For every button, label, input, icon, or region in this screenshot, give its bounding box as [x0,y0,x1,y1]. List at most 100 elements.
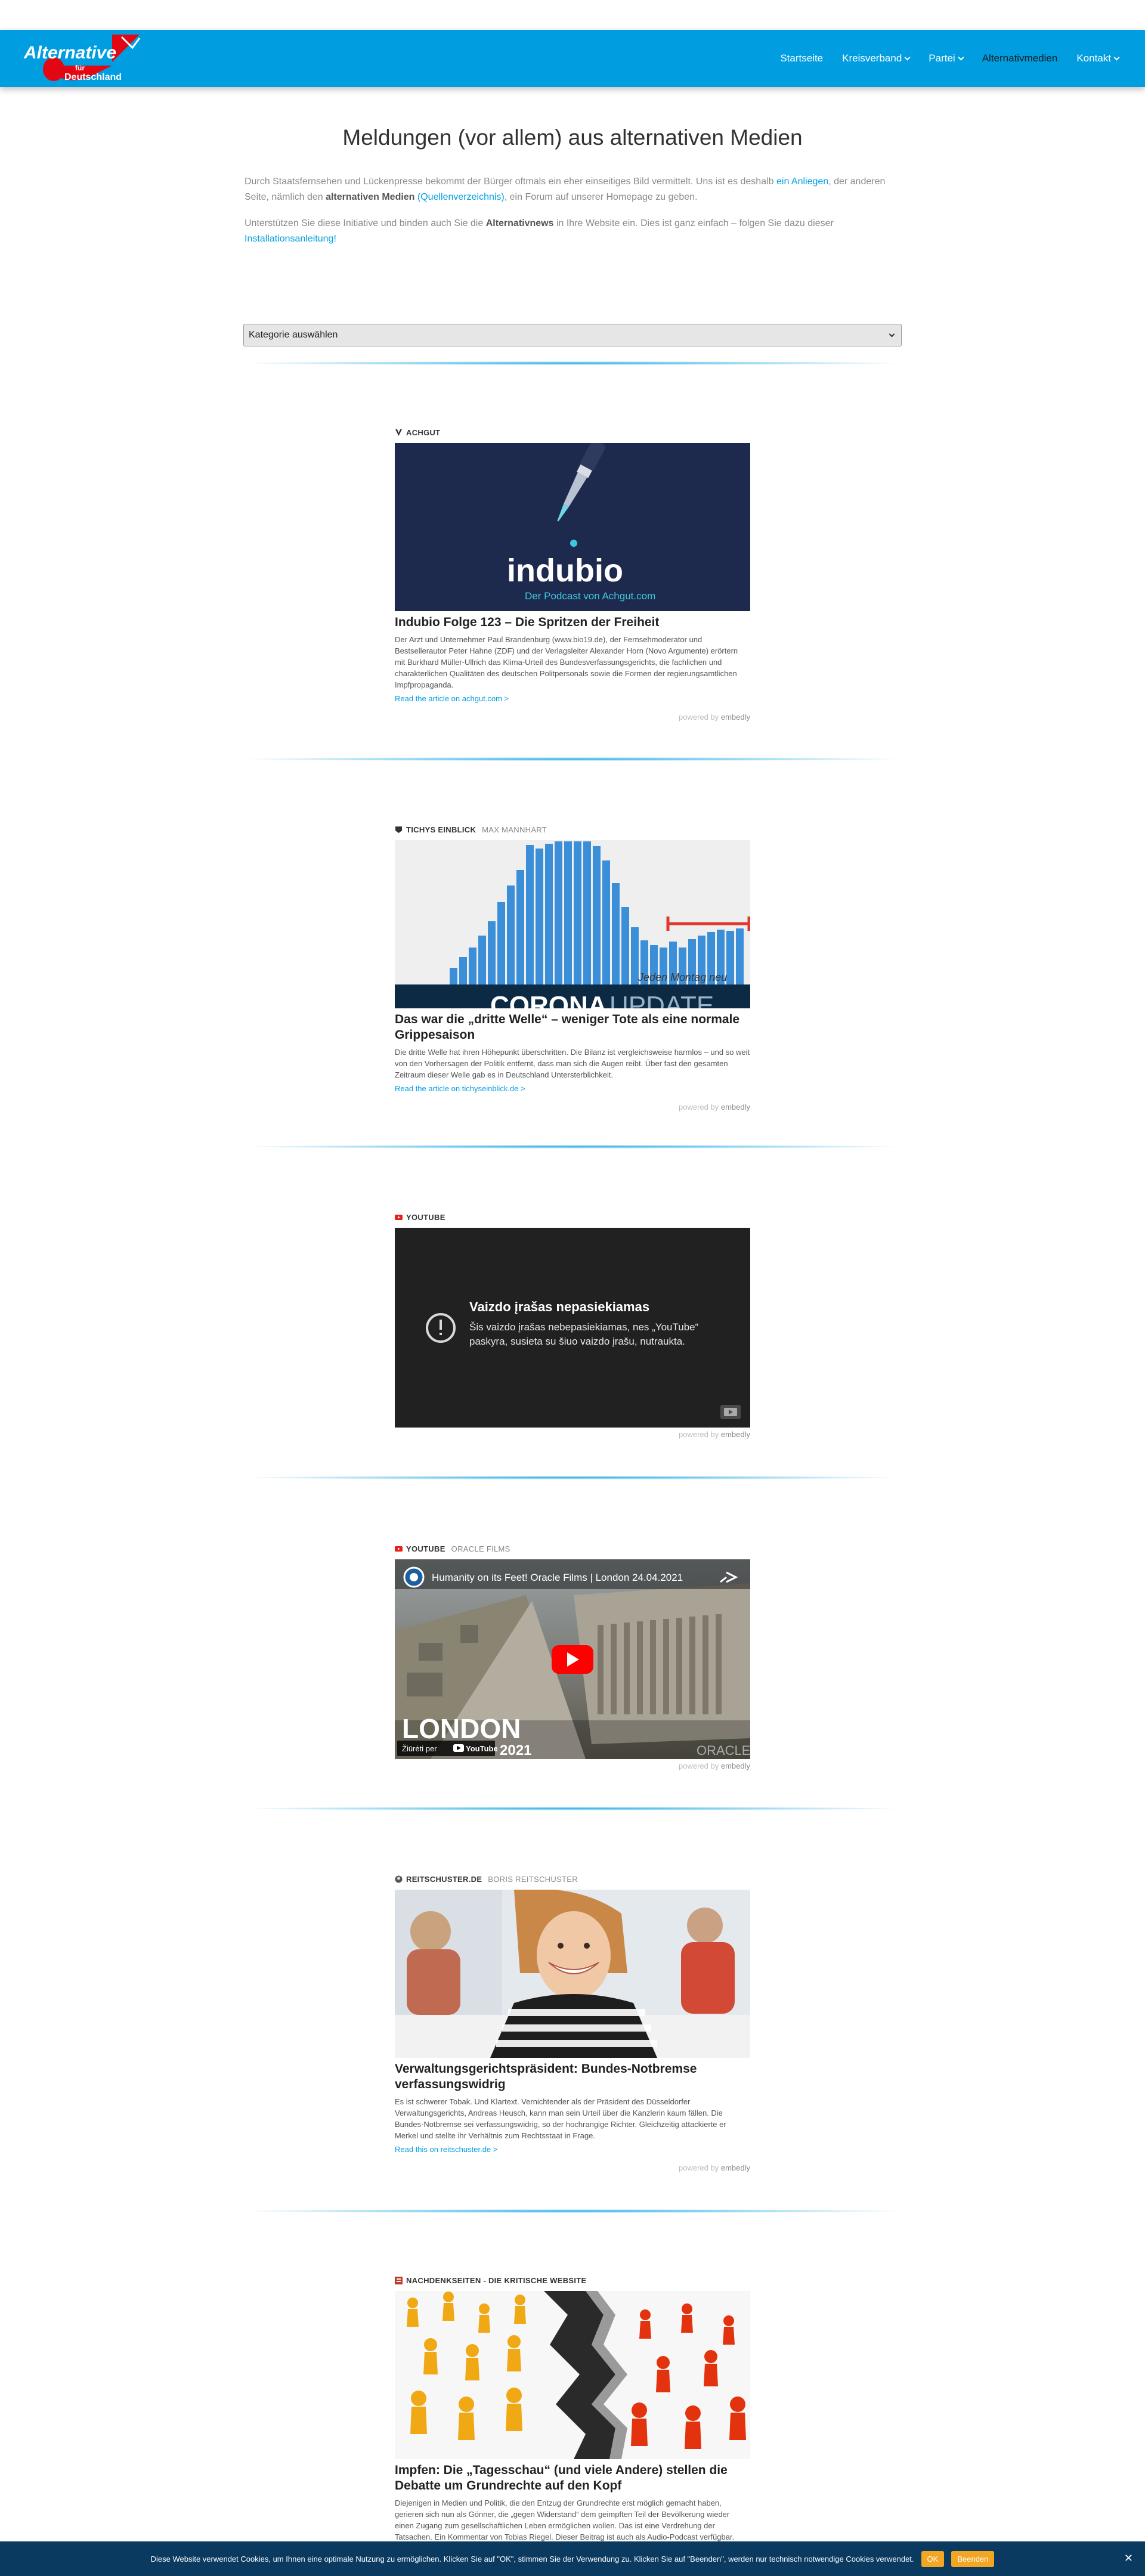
image-overlay-text: Jeden Montag neu [638,971,727,983]
embedly-brand: embedly [720,713,750,722]
powered-label: powered by [679,1103,719,1111]
powered-label: powered by [679,1430,719,1439]
divider [250,1807,895,1810]
intro-paragraph-1: Durch Staatsfernsehen und Lückenpresse b… [245,174,900,205]
nav-label: Kreisverband [842,52,902,64]
top-strip [0,0,1145,30]
video-error-msg-2: paskyra, susieta su šiuo vaizdo įrašu, n… [469,1336,685,1347]
embedly-credit[interactable]: powered by embedly [395,1761,750,1770]
card-image[interactable] [395,2291,750,2459]
cookie-ok-button[interactable]: OK [921,2550,945,2567]
nav-label: Alternativmedien [982,52,1058,64]
youtube-icon [395,1546,403,1552]
cookie-text: Diese Website verwendet Cookies, um Ihne… [150,2554,914,2563]
category-select[interactable]: Kategorie auswählen [243,324,902,346]
video-player[interactable]: Vaizdo įrašas nepasiekiamas Šis vaizdo į… [395,1228,750,1428]
divider [250,1145,895,1148]
source-name: REITSCHUSTER.DE [406,1874,482,1884]
intro-text: , ein Forum auf unserer Homepage zu gebe… [504,192,698,202]
card-image[interactable] [395,1890,750,2058]
site-header: Alternative für Deutschland Startseite K… [0,30,1145,87]
source-name: TICHYS EINBLICK [406,825,476,834]
cookie-banner: Diese Website verwendet Cookies, um Ihne… [0,2541,1145,2576]
logo-text-de: Deutschland [64,72,122,82]
nav-alternativmedien[interactable]: Alternativmedien [973,52,1067,64]
main-nav: Startseite Kreisverband Partei Alternati… [770,30,1128,87]
intro-text: Unterstützen Sie diese Initiative und bi… [245,218,486,228]
youtube-wordmark: YouTube [466,1744,498,1753]
nachdenkseiten-icon [395,2276,403,2284]
year-text: 2021 [500,1742,531,1758]
nav-startseite[interactable]: Startseite [770,52,833,64]
read-article-link[interactable]: Read the article on tichyseinblick.de > [395,1084,750,1093]
anliegen-link[interactable]: ein Anliegen [776,177,828,187]
card-description: Es ist schwerer Tobak. Und Klartext. Ver… [395,2097,726,2140]
divider [250,2209,895,2213]
card-source: YOUTUBE ORACLE FILMS [395,1543,750,1554]
card-image[interactable]: indubio Der Podcast von Achgut.com [395,443,750,611]
video-player[interactable]: Humanity on its Feet! Oracle Films | Lon… [395,1559,750,1759]
card-title[interactable]: Das war die „dritte Welle“ – weniger Tot… [395,1012,750,1043]
news-card: TICHYS EINBLICK MAX MANNHART Jeden Monta… [395,824,750,1111]
embedly-brand: embedly [720,1761,750,1770]
source-name: YOUTUBE [406,1212,445,1222]
intro-text: Durch Staatsfernsehen und Lückenpresse b… [245,177,776,187]
card-description: Die dritte Welle hat ihren Höhepunkt übe… [395,1048,750,1079]
indubio-subtitle: Der Podcast von Achgut.com [525,590,655,602]
divider [250,361,895,365]
site-logo[interactable]: Alternative für Deutschland [23,32,142,83]
embedly-credit[interactable]: powered by embedly [395,2163,750,2172]
powered-label: powered by [679,1761,719,1770]
card-source: NACHDENKSEITEN - DIE KRITISCHE WEBSITE [395,2275,750,2286]
card-source: YOUTUBE [395,1212,750,1222]
indubio-logo-text: indubio [507,553,623,589]
card-description: Der Arzt und Unternehmer Paul Brandenbur… [395,635,738,689]
news-card: ACHGUT indubio Der Podcast von Achgut.co… [395,427,750,722]
card-title[interactable]: Impfen: Die „Tagesschau“ (und viele Ande… [395,2463,750,2494]
installationsanleitung-link[interactable]: Installationsanleitung! [245,234,336,244]
embedly-brand: embedly [720,1430,750,1439]
cookie-end-button[interactable]: Beenden [951,2550,995,2567]
chevron-down-icon [958,54,964,60]
youtube-icon [395,1214,403,1220]
select-value: Kategorie auswählen [249,330,338,340]
nav-partei[interactable]: Partei [919,52,972,64]
read-article-link[interactable]: Read the article on achgut.com > [395,694,750,703]
tichys-icon [395,826,402,833]
video-title: Humanity on its Feet! Oracle Films | Lon… [432,1572,683,1583]
intro-bold: alternativen Medien [326,192,415,202]
logo-text-fuer: für [75,64,85,72]
card-image[interactable]: Jeden Montag neu CORONA UPDATE [395,840,750,1008]
source-author: MAX MANNHART [482,825,547,834]
source-name: NACHDENKSEITEN - DIE KRITISCHE WEBSITE [406,2275,587,2285]
video-error-title: Vaizdo įrašas nepasiekiamas [469,1299,649,1314]
page-title: Meldungen (vor allem) aus alternativen M… [342,125,803,150]
embedly-credit[interactable]: powered by embedly [395,1430,750,1439]
intro-text: in Ihre Website ein. Dies ist ganz einfa… [553,218,834,228]
card-source: TICHYS EINBLICK MAX MANNHART [395,824,750,835]
news-card: REITSCHUSTER.DE BORIS REITSCHUSTER Verwa… [395,1874,750,2172]
card-description: Diejenigen in Medien und Politik, die de… [395,2498,735,2541]
embedly-credit[interactable]: powered by embedly [395,713,750,722]
nav-kontakt[interactable]: Kontakt [1067,52,1128,64]
logo-text-main: Alternative [23,43,116,63]
video-card: YOUTUBE ORACLE FILMS Humanity on its Fee… [395,1543,750,1770]
nav-label: Kontakt [1076,52,1111,64]
read-article-link[interactable]: Read this on reitschuster.de > [395,2145,750,2154]
card-title[interactable]: Indubio Folge 123 – Die Spritzen der Fre… [395,615,750,630]
chevron-down-icon [904,54,911,60]
embedly-credit[interactable]: powered by embedly [395,1103,750,1111]
close-icon[interactable]: ✕ [1124,2552,1133,2565]
watch-on-label: Žiūrėti per [402,1744,437,1753]
quellenverzeichnis-link[interactable]: (Quellenverzeichnis) [417,192,505,202]
source-author: ORACLE FILMS [451,1544,510,1553]
intro-paragraph-2: Unterstützen Sie diese Initiative und bi… [245,216,900,247]
source-name: ACHGUT [406,428,441,437]
nav-kreisverband[interactable]: Kreisverband [833,52,919,64]
card-source: ACHGUT [395,427,750,438]
reitschuster-icon [395,1875,403,1883]
source-name: YOUTUBE [406,1544,445,1553]
card-title[interactable]: Verwaltungsgerichtspräsident: Bundes-Not… [395,2061,750,2092]
update-text: UPDATE [609,991,714,1008]
news-card: NACHDENKSEITEN - DIE KRITISCHE WEBSITE I… [395,2275,750,2543]
